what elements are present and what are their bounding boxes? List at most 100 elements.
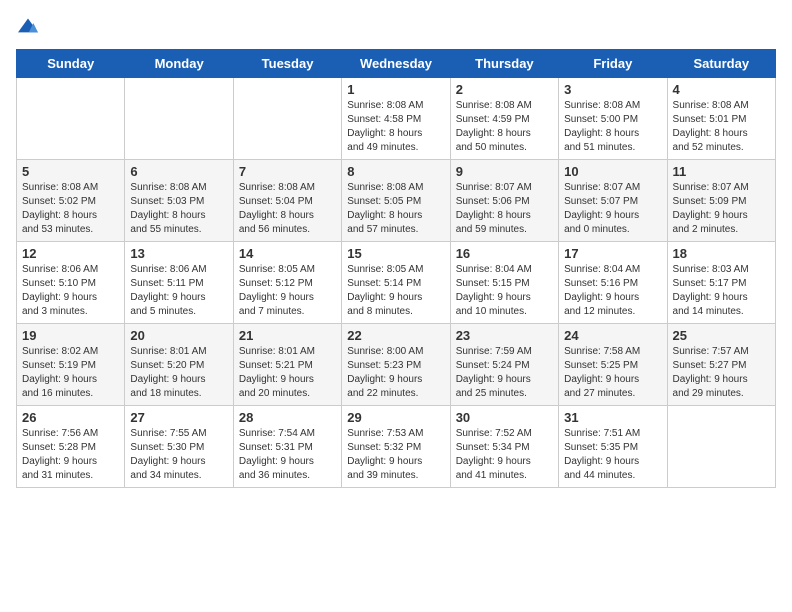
day-number: 27 [130, 410, 227, 425]
day-info: Sunrise: 7:53 AM Sunset: 5:32 PM Dayligh… [347, 427, 444, 483]
day-info: Sunrise: 8:08 AM Sunset: 5:04 PM Dayligh… [239, 181, 336, 237]
calendar-day-cell: 9Sunrise: 8:07 AM Sunset: 5:06 PM Daylig… [450, 160, 558, 242]
calendar-day-cell: 28 Sunrise: 7:54 AM Sunset: 5:31 PM Dayli… [233, 406, 341, 488]
weekday-header-thursday: Thursday [450, 50, 558, 78]
day-info: Sunrise: 8:06 AM Sunset: 5:10 PM Dayligh… [22, 263, 119, 319]
day-number: 20 [130, 328, 227, 343]
calendar-day-cell [233, 78, 341, 160]
day-info: Sunrise: 8:01 AM Sunset: 5:20 PM Dayligh… [130, 345, 227, 401]
calendar-day-cell [17, 78, 125, 160]
day-number: 16 [456, 246, 553, 261]
weekday-header-sunday: Sunday [17, 50, 125, 78]
calendar-day-cell: 7 Sunrise: 8:08 AM Sunset: 5:04 PM Daylig… [233, 160, 341, 242]
day-number: 24 [564, 328, 661, 343]
calendar-day-cell: 15Sunrise: 8:05 AM Sunset: 5:14 PM Dayli… [342, 242, 450, 324]
weekday-header-friday: Friday [559, 50, 667, 78]
day-number: 11 [673, 164, 770, 179]
day-info: Sunrise: 8:01 AM Sunset: 5:21 PM Dayligh… [239, 345, 336, 401]
calendar-day-cell: 23 Sunrise: 7:59 AM Sunset: 5:24 PM Dayli… [450, 324, 558, 406]
day-number: 3 [564, 82, 661, 97]
calendar-day-cell: 11 Sunrise: 8:07 AM Sunset: 5:09 PM Dayli… [667, 160, 775, 242]
calendar-day-cell: 27 Sunrise: 7:55 AM Sunset: 5:30 PM Dayli… [125, 406, 233, 488]
day-number: 10 [564, 164, 661, 179]
day-info: Sunrise: 8:05 AM Sunset: 5:12 PM Dayligh… [239, 263, 336, 319]
day-number: 22 [347, 328, 444, 343]
day-number: 28 [239, 410, 336, 425]
calendar-day-cell: 8Sunrise: 8:08 AM Sunset: 5:05 PM Daylig… [342, 160, 450, 242]
day-info: Sunrise: 8:08 AM Sunset: 5:03 PM Dayligh… [130, 181, 227, 237]
calendar-week-row: 1 Sunrise: 8:08 AM Sunset: 4:58 PM Daylig… [17, 78, 776, 160]
calendar-header: SundayMondayTuesdayWednesdayThursdayFrid… [17, 50, 776, 78]
day-info: Sunrise: 8:02 AM Sunset: 5:19 PM Dayligh… [22, 345, 119, 401]
calendar-day-cell: 26 Sunrise: 7:56 AM Sunset: 5:28 PM Dayli… [17, 406, 125, 488]
day-number: 23 [456, 328, 553, 343]
calendar-week-row: 26 Sunrise: 7:56 AM Sunset: 5:28 PM Dayli… [17, 406, 776, 488]
day-info: Sunrise: 7:52 AM Sunset: 5:34 PM Dayligh… [456, 427, 553, 483]
day-number: 12 [22, 246, 119, 261]
calendar-day-cell: 14 Sunrise: 8:05 AM Sunset: 5:12 PM Dayli… [233, 242, 341, 324]
day-info: Sunrise: 8:08 AM Sunset: 5:01 PM Dayligh… [673, 99, 770, 155]
day-info: Sunrise: 8:07 AM Sunset: 5:07 PM Dayligh… [564, 181, 661, 237]
calendar-day-cell: 24 Sunrise: 7:58 AM Sunset: 5:25 PM Dayli… [559, 324, 667, 406]
day-number: 5 [22, 164, 119, 179]
day-info: Sunrise: 7:56 AM Sunset: 5:28 PM Dayligh… [22, 427, 119, 483]
calendar-day-cell: 29 Sunrise: 7:53 AM Sunset: 5:32 PM Dayli… [342, 406, 450, 488]
day-number: 21 [239, 328, 336, 343]
day-number: 14 [239, 246, 336, 261]
day-number: 26 [22, 410, 119, 425]
day-info: Sunrise: 8:08 AM Sunset: 5:02 PM Dayligh… [22, 181, 119, 237]
calendar-day-cell: 31 Sunrise: 7:51 AM Sunset: 5:35 PM Dayli… [559, 406, 667, 488]
day-number: 31 [564, 410, 661, 425]
day-info: Sunrise: 8:08 AM Sunset: 4:58 PM Dayligh… [347, 99, 444, 155]
page-header [16, 16, 776, 37]
day-info: Sunrise: 7:57 AM Sunset: 5:27 PM Dayligh… [673, 345, 770, 401]
day-info: Sunrise: 8:03 AM Sunset: 5:17 PM Dayligh… [673, 263, 770, 319]
calendar-day-cell [667, 406, 775, 488]
calendar-day-cell: 4 Sunrise: 8:08 AM Sunset: 5:01 PM Daylig… [667, 78, 775, 160]
day-number: 29 [347, 410, 444, 425]
day-info: Sunrise: 7:58 AM Sunset: 5:25 PM Dayligh… [564, 345, 661, 401]
day-number: 13 [130, 246, 227, 261]
day-info: Sunrise: 7:55 AM Sunset: 5:30 PM Dayligh… [130, 427, 227, 483]
calendar-body: 1 Sunrise: 8:08 AM Sunset: 4:58 PM Daylig… [17, 78, 776, 488]
day-number: 8 [347, 164, 444, 179]
day-number: 6 [130, 164, 227, 179]
calendar-table: SundayMondayTuesdayWednesdayThursdayFrid… [16, 49, 776, 488]
calendar-day-cell: 10 Sunrise: 8:07 AM Sunset: 5:07 PM Dayli… [559, 160, 667, 242]
day-number: 1 [347, 82, 444, 97]
day-number: 9 [456, 164, 553, 179]
calendar-day-cell: 18 Sunrise: 8:03 AM Sunset: 5:17 PM Dayli… [667, 242, 775, 324]
day-info: Sunrise: 8:06 AM Sunset: 5:11 PM Dayligh… [130, 263, 227, 319]
day-info: Sunrise: 8:04 AM Sunset: 5:15 PM Dayligh… [456, 263, 553, 319]
calendar-week-row: 5 Sunrise: 8:08 AM Sunset: 5:02 PM Daylig… [17, 160, 776, 242]
calendar-week-row: 19 Sunrise: 8:02 AM Sunset: 5:19 PM Dayli… [17, 324, 776, 406]
day-info: Sunrise: 8:08 AM Sunset: 4:59 PM Dayligh… [456, 99, 553, 155]
calendar-day-cell: 1 Sunrise: 8:08 AM Sunset: 4:58 PM Daylig… [342, 78, 450, 160]
day-number: 19 [22, 328, 119, 343]
calendar-day-cell: 30Sunrise: 7:52 AM Sunset: 5:34 PM Dayli… [450, 406, 558, 488]
day-number: 7 [239, 164, 336, 179]
calendar-day-cell: 22 Sunrise: 8:00 AM Sunset: 5:23 PM Dayli… [342, 324, 450, 406]
weekday-header-wednesday: Wednesday [342, 50, 450, 78]
day-info: Sunrise: 8:07 AM Sunset: 5:09 PM Dayligh… [673, 181, 770, 237]
calendar-day-cell: 20 Sunrise: 8:01 AM Sunset: 5:20 PM Dayli… [125, 324, 233, 406]
calendar-day-cell: 19 Sunrise: 8:02 AM Sunset: 5:19 PM Dayli… [17, 324, 125, 406]
calendar-day-cell: 21 Sunrise: 8:01 AM Sunset: 5:21 PM Dayli… [233, 324, 341, 406]
calendar-week-row: 12 Sunrise: 8:06 AM Sunset: 5:10 PM Dayli… [17, 242, 776, 324]
day-info: Sunrise: 7:54 AM Sunset: 5:31 PM Dayligh… [239, 427, 336, 483]
calendar-day-cell [125, 78, 233, 160]
calendar-day-cell: 5 Sunrise: 8:08 AM Sunset: 5:02 PM Daylig… [17, 160, 125, 242]
calendar-day-cell: 25 Sunrise: 7:57 AM Sunset: 5:27 PM Dayli… [667, 324, 775, 406]
calendar-day-cell: 16 Sunrise: 8:04 AM Sunset: 5:15 PM Dayli… [450, 242, 558, 324]
calendar-day-cell: 12 Sunrise: 8:06 AM Sunset: 5:10 PM Dayli… [17, 242, 125, 324]
weekday-header-saturday: Saturday [667, 50, 775, 78]
day-number: 4 [673, 82, 770, 97]
day-info: Sunrise: 8:00 AM Sunset: 5:23 PM Dayligh… [347, 345, 444, 401]
day-info: Sunrise: 7:59 AM Sunset: 5:24 PM Dayligh… [456, 345, 553, 401]
day-number: 25 [673, 328, 770, 343]
day-info: Sunrise: 7:51 AM Sunset: 5:35 PM Dayligh… [564, 427, 661, 483]
day-number: 18 [673, 246, 770, 261]
calendar-day-cell: 17Sunrise: 8:04 AM Sunset: 5:16 PM Dayli… [559, 242, 667, 324]
logo [16, 16, 44, 37]
weekday-header-tuesday: Tuesday [233, 50, 341, 78]
